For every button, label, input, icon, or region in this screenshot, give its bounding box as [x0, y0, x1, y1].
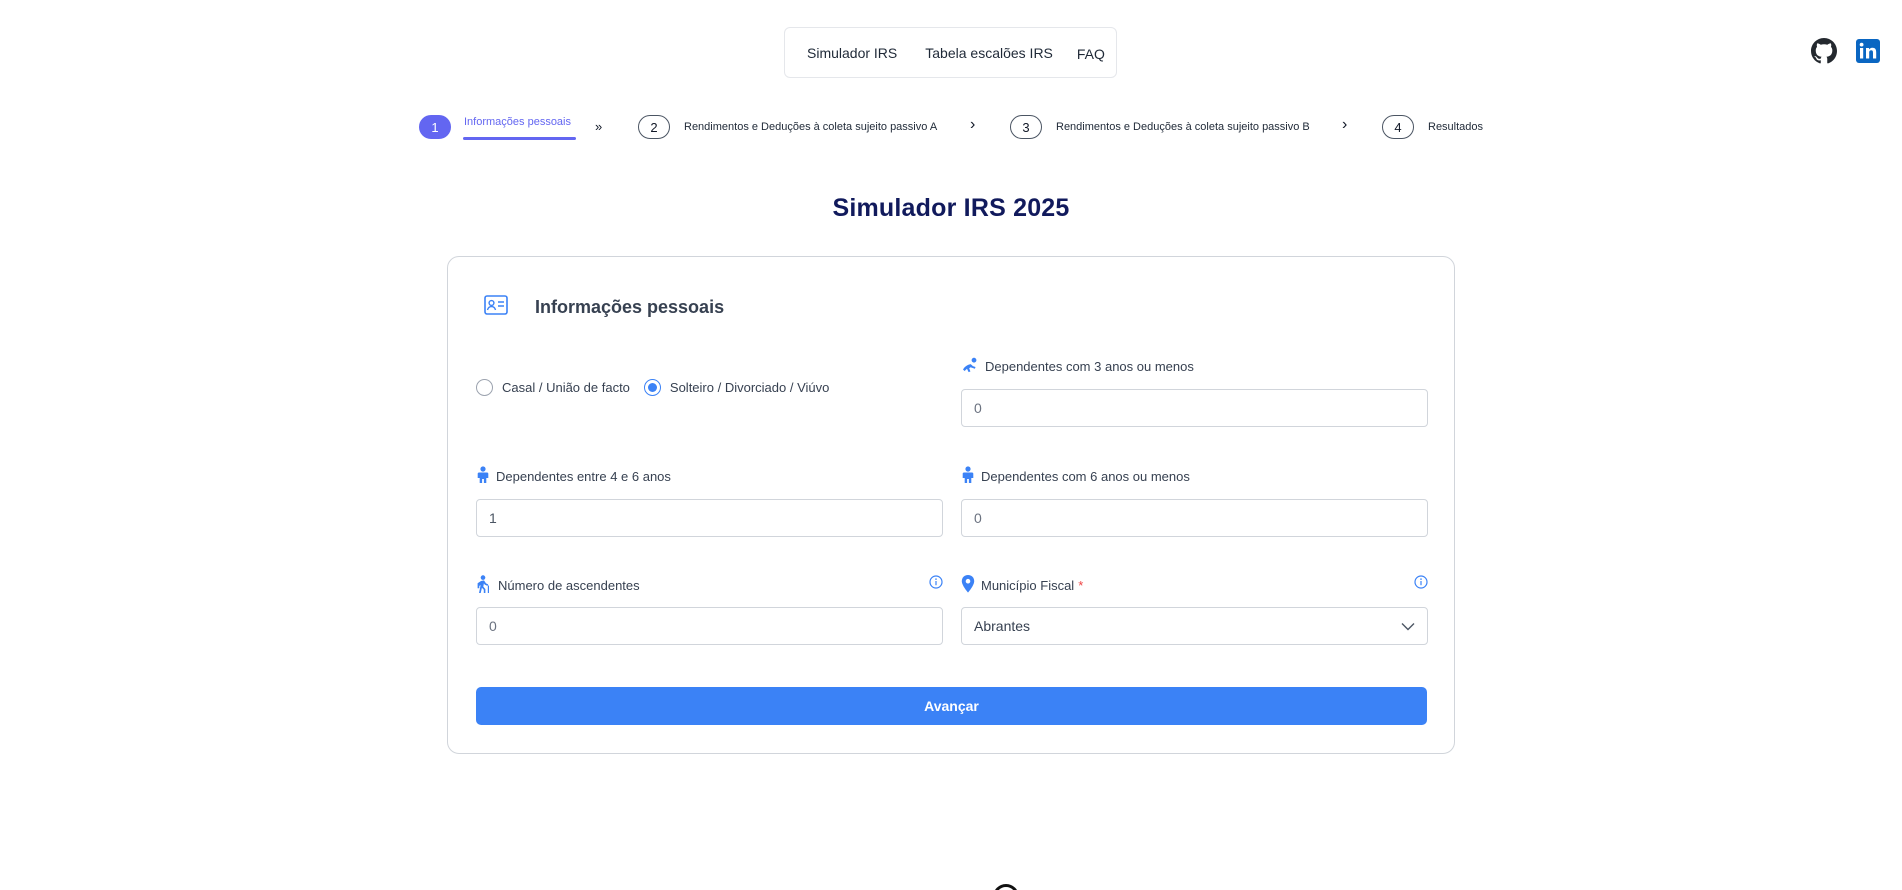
radio-solteiro-circle[interactable]	[643, 379, 661, 396]
scroll-indicator-icon	[993, 884, 1019, 890]
municipality-label: Município Fiscal	[981, 578, 1075, 593]
ascendants-label-group: Número de ascendentes	[476, 575, 640, 596]
page-title: Simulador IRS 2025	[832, 194, 1070, 222]
municipality-info-icon[interactable]	[1414, 575, 1428, 589]
ascendants-info-icon[interactable]	[929, 575, 943, 589]
step-4-label[interactable]: Resultados	[1428, 121, 1483, 133]
radio-casal[interactable]: Casal / União de facto	[476, 379, 630, 396]
step-3-circle[interactable]: 3	[1010, 115, 1042, 139]
step-3-label[interactable]: Rendimentos e Deduções à coleta sujeito …	[1056, 121, 1310, 133]
dependents-4-to-6-input[interactable]: 1	[476, 499, 943, 537]
map-pin-icon	[961, 575, 975, 596]
step-separator: »	[595, 119, 603, 134]
municipality-label-group: Município Fiscal *	[961, 575, 1083, 596]
nav-faq[interactable]: FAQ	[1077, 46, 1105, 62]
required-mark: *	[1078, 578, 1084, 593]
child-icon	[476, 466, 490, 486]
advance-button[interactable]: Avançar	[476, 687, 1427, 725]
linkedin-icon[interactable]	[1855, 38, 1881, 64]
step-4-circle[interactable]: 4	[1382, 115, 1414, 139]
dependents-3-or-less-input[interactable]: 0	[961, 389, 1428, 427]
nav-tabela-escaloes[interactable]: Tabela escalões IRS	[925, 45, 1053, 61]
card-title: Informações pessoais	[535, 297, 725, 317]
step-1-label[interactable]: Informações pessoais	[464, 116, 571, 128]
step-separator: ›	[970, 116, 976, 133]
dependents-6-or-less-input[interactable]: 0	[961, 499, 1428, 537]
elderly-person-icon	[476, 575, 492, 596]
card-header: Informações pessoais	[484, 295, 724, 320]
personal-info-card: Informações pessoais Casal / União de fa…	[447, 256, 1455, 754]
dependents-6-or-less-label-group: Dependentes com 6 anos ou menos	[961, 466, 1190, 486]
nav-simulador-irs[interactable]: Simulador IRS	[807, 45, 897, 61]
civil-status-radio-group: Casal / União de facto Solteiro / Divorc…	[476, 379, 843, 396]
radio-solteiro-label: Solteiro / Divorciado / Viúvo	[669, 380, 830, 395]
ascendants-label: Número de ascendentes	[498, 578, 640, 593]
github-icon[interactable]	[1811, 38, 1837, 64]
dependents-4-to-6-label: Dependentes entre 4 e 6 anos	[496, 468, 671, 484]
step-2-label[interactable]: Rendimentos e Deduções à coleta sujeito …	[684, 121, 937, 133]
municipality-select[interactable]: Abrantes	[961, 607, 1428, 645]
dependents-3-or-less-label: Dependentes com 3 anos ou menos	[985, 359, 1194, 374]
top-nav: Simulador IRS Tabela escalões IRS FAQ	[784, 27, 1117, 78]
ascendants-input[interactable]: 0	[476, 607, 943, 645]
child-icon	[961, 466, 975, 486]
step-1-circle[interactable]: 1	[419, 115, 451, 139]
dependents-6-or-less-label: Dependentes com 6 anos ou menos	[981, 468, 1190, 484]
dependents-4-to-6-label-group: Dependentes entre 4 e 6 anos	[476, 466, 671, 486]
chevron-down-icon	[1401, 618, 1415, 634]
dependents-3-or-less-label-group: Dependentes com 3 anos ou menos	[961, 357, 1194, 376]
municipality-selected-value: Abrantes	[974, 618, 1031, 634]
progress-stepper: 1 Informações pessoais » 2 Rendimentos e…	[0, 115, 1902, 145]
radio-solteiro[interactable]: Solteiro / Divorciado / Viúvo	[643, 379, 830, 396]
step-separator: ›	[1342, 116, 1348, 133]
radio-casal-circle[interactable]	[476, 379, 493, 396]
radio-casal-label: Casal / União de facto	[502, 380, 630, 395]
active-step-underline	[463, 137, 576, 140]
step-2-circle[interactable]: 2	[638, 115, 670, 139]
id-card-icon	[484, 295, 508, 320]
baby-crawling-icon	[961, 357, 979, 376]
